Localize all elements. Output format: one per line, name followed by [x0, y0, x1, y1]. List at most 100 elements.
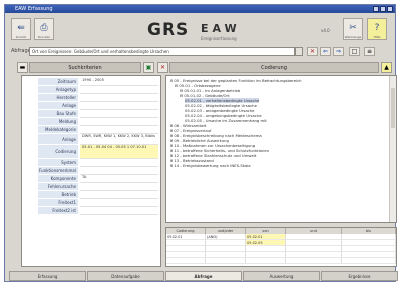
field-label: Meldung [38, 118, 78, 126]
maximize-button[interactable] [380, 6, 386, 12]
field-label: Codierung [38, 145, 78, 159]
help-button[interactable]: ? Hilfe [367, 18, 387, 40]
grs-logo: GRS [147, 20, 189, 40]
field-row-hersteller: Hersteller [22, 94, 160, 102]
field-label: Freitext1 [38, 199, 78, 207]
field-label: Komponente [38, 175, 78, 183]
field-row-meldekategorie: Meldekategorie [22, 126, 160, 134]
field-row-betrieb: Betrieb [22, 191, 160, 199]
field-value[interactable] [80, 199, 158, 207]
query-select[interactable]: Ort von Ereignissen: Gebäude/Ort und ver… [29, 47, 295, 56]
field-row-codierung: Codierung 05.01 - 05.04 04 - 05.05 1 07.1… [22, 145, 160, 159]
field-label: Meldekategorie [38, 126, 78, 134]
grid-cell[interactable] [206, 258, 246, 264]
version-label: v4.0 [321, 28, 330, 33]
field-row-meldung: Meldung [22, 118, 160, 126]
window-titlebar[interactable]: EAW Erfassung [5, 5, 395, 13]
field-row-fehlerursache: Fehlerursache [22, 183, 160, 191]
tree-node[interactable]: ⊞ 14 - Ereignisbewertung nach INES-Skala [168, 163, 390, 168]
tools-button[interactable]: ✂ Werkzeuge [343, 18, 363, 40]
field-value[interactable]: 1990 - 2005 [80, 78, 158, 86]
brand-title: EAW [201, 22, 241, 35]
tools-label: Werkzeuge [344, 35, 362, 39]
tree-scrollbar[interactable] [389, 76, 396, 222]
list-query-button[interactable]: ≡ [364, 47, 375, 56]
tools-icon: ✂ [349, 23, 357, 33]
field-row-anlagetyp: Anlagetyp [22, 86, 160, 94]
field-value[interactable]: DWR, SWR, KKW 1, KKW 2, KKW 3, Biblis [80, 134, 158, 145]
next-query-button[interactable]: ⇒ [333, 47, 344, 56]
field-row-komponente: Komponente TA [22, 175, 160, 183]
grid-cell[interactable] [286, 258, 342, 264]
field-label: Anlage [38, 134, 78, 145]
tab-auswertung[interactable]: Auswertung [243, 271, 320, 281]
field-row-anlage: Anlage DWR, SWR, KKW 1, KKW 2, KKW 3, Bib… [22, 134, 160, 145]
previous-query-button[interactable]: ⇐ [320, 47, 331, 56]
print-button[interactable]: ⎙ Drucken [34, 18, 54, 40]
back-icon: ⇚ [17, 23, 25, 33]
main-toolbar: ⇚ Zurück ⎙ Drucken GRS EAW Ereigniserfas… [5, 14, 395, 44]
field-row-system: System [22, 159, 160, 167]
field-label: Freitext2 ist [38, 207, 78, 215]
search-criteria-header: Suchkriterien [29, 62, 141, 73]
field-value[interactable] [80, 159, 158, 167]
logo-text: GRS [147, 20, 190, 40]
grid-cell[interactable] [342, 258, 396, 264]
field-value[interactable] [80, 102, 158, 110]
field-value[interactable] [80, 191, 158, 199]
field-row-freitext2-ist: Freitext2 ist [22, 207, 160, 215]
remove-button[interactable]: ✕ [157, 62, 168, 73]
field-row-anlage: Anlage [22, 102, 160, 110]
tab-abfrage[interactable]: Abfrage [165, 271, 242, 281]
coding-tree-panel: ⊟ 05 - Ereignisse bei der geplanten Funk… [165, 75, 397, 223]
field-value[interactable]: 05.01 - 05.04 04 - 05.05 1 07.10.01 [80, 145, 158, 159]
field-value[interactable] [80, 207, 158, 215]
field-value[interactable] [80, 126, 158, 134]
collapse-left-button[interactable]: ▬ [17, 62, 28, 73]
field-value[interactable] [80, 86, 158, 94]
search-button[interactable]: ▣ [143, 62, 154, 73]
grid-cell[interactable] [166, 258, 206, 264]
help-label: Hilfe [373, 35, 381, 39]
scrollbar-thumb[interactable] [391, 88, 395, 128]
minimize-button[interactable] [373, 6, 379, 12]
field-row-bau-stufe: Bau Stufe [22, 110, 160, 118]
window-controls [373, 6, 393, 12]
field-label: Betrieb [38, 191, 78, 199]
help-icon: ? [374, 23, 380, 33]
field-value[interactable] [80, 118, 158, 126]
tree-node-label: ⊞ 14 - Ereignisbewertung nach INES-Skala [170, 163, 251, 168]
tab-erfassung[interactable]: Erfassung [9, 271, 86, 281]
field-row-zeitraum: Zeitraum 1990 - 2005 [22, 78, 160, 86]
field-row-freitext1: Freitext1 [22, 199, 160, 207]
field-value[interactable] [80, 183, 158, 191]
coding-header: Codierung [169, 62, 379, 73]
field-label: System [38, 159, 78, 167]
clear-query-button[interactable]: ✕ [307, 47, 318, 56]
back-button[interactable]: ⇚ Zurück [11, 18, 31, 40]
field-label: Bau Stufe [38, 110, 78, 118]
field-value[interactable] [80, 94, 158, 102]
field-value[interactable] [80, 110, 158, 118]
field-row-funktionsmerkmal: Funktionsmerkmal [22, 167, 160, 175]
field-value[interactable] [80, 167, 158, 175]
query-label: Abfrage [11, 48, 31, 54]
print-label: Drucken [37, 35, 51, 39]
close-button[interactable] [387, 6, 393, 12]
new-query-button[interactable]: □ [349, 47, 360, 56]
grid-cell[interactable] [246, 258, 286, 264]
window-title: EAW Erfassung [15, 6, 53, 12]
field-label: Anlage [38, 102, 78, 110]
application-window: EAW Erfassung ⇚ Zurück ⎙ Drucken GRS EAW… [4, 4, 398, 282]
bottom-tabs: Erfassung Datenaufgabe Abfrage Auswertung Er… [9, 271, 398, 281]
chevron-down-icon[interactable] [295, 47, 303, 56]
tab-ergebnisse[interactable]: Ergebnisse [321, 271, 398, 281]
print-icon: ⎙ [40, 23, 48, 33]
field-value[interactable]: TA [80, 175, 158, 183]
coding-grid: Codierung und/oder von und bis 05.02.01 (AND) 0… [165, 227, 397, 267]
field-label: Fehlerursache [38, 183, 78, 191]
tab-datenaufgabe[interactable]: Datenaufgabe [87, 271, 164, 281]
up-arrow-button[interactable]: ▲ [381, 62, 392, 73]
field-label: Anlagetyp [38, 86, 78, 94]
brand-subtitle: Ereigniserfassung [201, 36, 237, 41]
